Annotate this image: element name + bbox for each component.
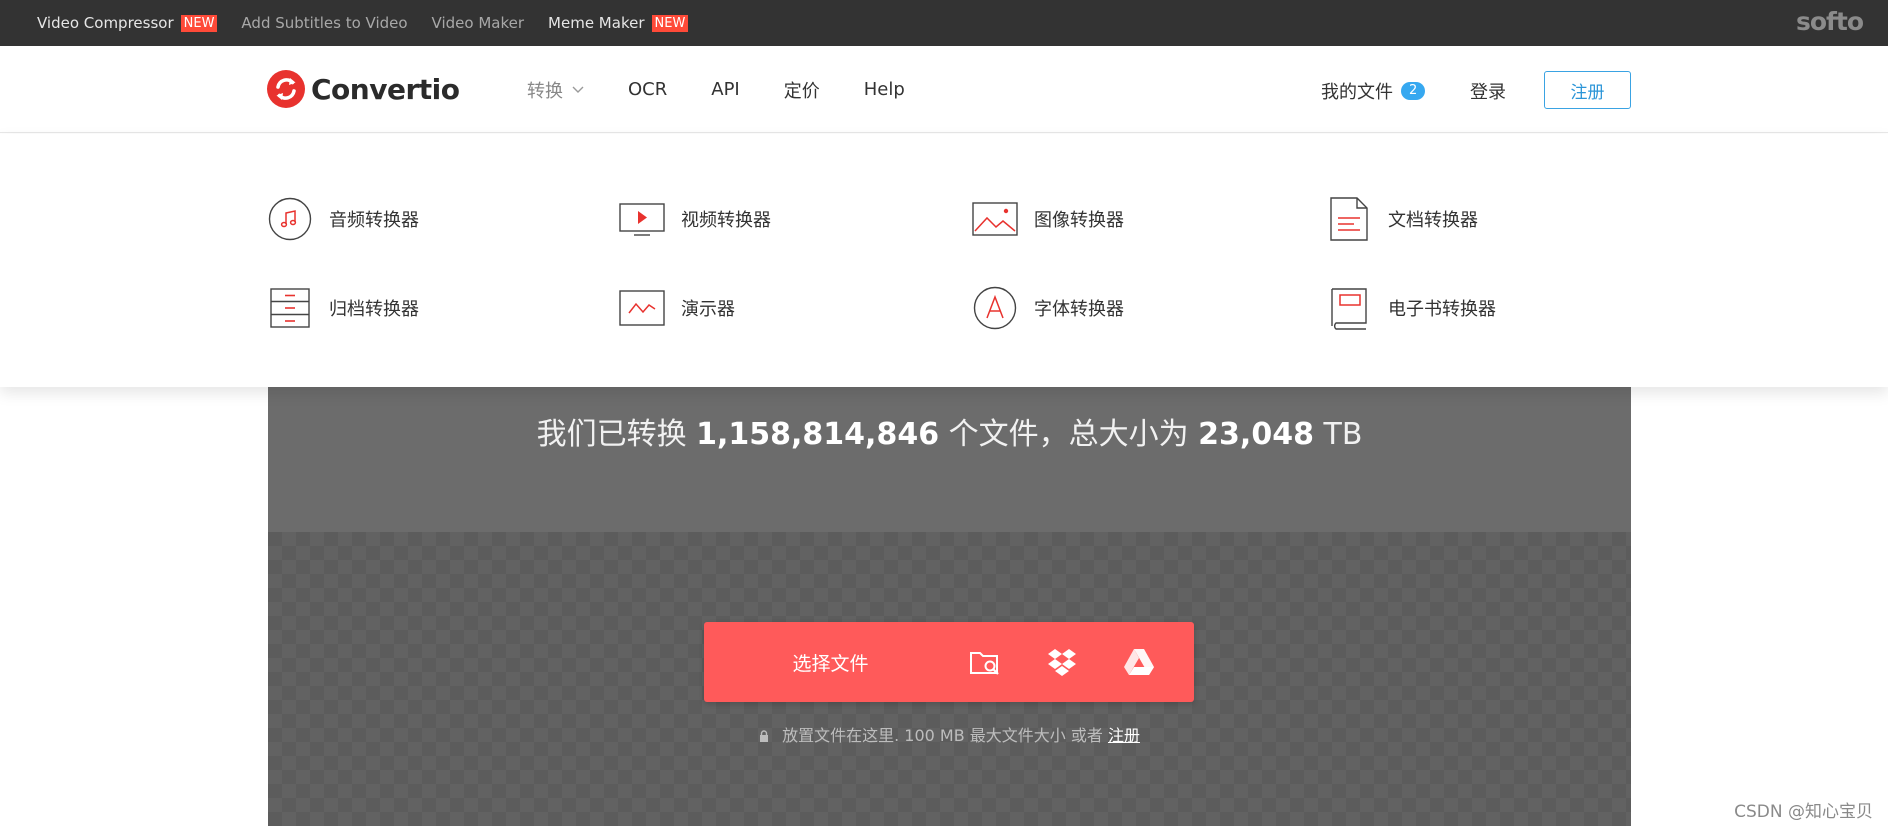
signup-link[interactable]: 注册 bbox=[1108, 726, 1140, 745]
image-icon bbox=[972, 202, 1018, 236]
font-icon bbox=[973, 286, 1017, 330]
signup-button[interactable]: 注册 bbox=[1544, 71, 1631, 109]
total-size: 23,048 bbox=[1198, 417, 1314, 452]
my-files-link[interactable]: 我的文件 2 bbox=[1321, 78, 1426, 104]
dropbox-icon[interactable] bbox=[1045, 645, 1079, 679]
convertio-logo[interactable]: Convertio bbox=[267, 70, 460, 108]
nav-help[interactable]: Help bbox=[864, 79, 905, 100]
drop-hint-text: 放置文件在这里. 100 MB 最大文件大小 或者 bbox=[782, 726, 1103, 745]
topbar-links: Video Compressor NEW Add Subtitles to Vi… bbox=[37, 0, 689, 46]
document-icon bbox=[1330, 197, 1368, 241]
presentation-icon bbox=[619, 290, 665, 326]
menu-item-audio-converter[interactable]: 音频转换器 bbox=[267, 196, 419, 242]
nav-convert-label: 转换 bbox=[527, 80, 563, 102]
stats-middle: 个文件，总大小为 bbox=[948, 417, 1189, 452]
my-files-label: 我的文件 bbox=[1321, 82, 1393, 103]
lock-icon bbox=[760, 730, 769, 742]
topbar-link-video-compressor[interactable]: Video Compressor NEW bbox=[37, 14, 218, 32]
audio-icon bbox=[268, 197, 312, 241]
video-icon bbox=[619, 203, 665, 236]
folder-search-icon[interactable] bbox=[968, 645, 1002, 679]
menu-item-label: 视频转换器 bbox=[681, 210, 771, 231]
nav-api[interactable]: API bbox=[711, 79, 739, 100]
top-bar: Video Compressor NEW Add Subtitles to Vi… bbox=[0, 0, 1888, 46]
menu-item-label: 电子书转换器 bbox=[1388, 299, 1496, 320]
site-header: Convertio 转换 OCR API 定价 Help 我的文件 2 登录 注… bbox=[0, 46, 1888, 133]
topbar-link-meme-maker[interactable]: Meme Maker NEW bbox=[548, 14, 689, 32]
topbar-link-label: Add Subtitles to Video bbox=[241, 14, 408, 32]
converter-dropdown-menu: 音频转换器 视频转换器 图像转换器 文档转换器 归档转换器 演示器 字体转换器 … bbox=[0, 134, 1888, 387]
menu-item-label: 字体转换器 bbox=[1034, 299, 1124, 320]
nav-convert[interactable]: 转换 bbox=[527, 77, 584, 103]
size-unit: TB bbox=[1323, 417, 1363, 452]
files-count: 1,158,814,846 bbox=[696, 417, 940, 452]
menu-item-image-converter[interactable]: 图像转换器 bbox=[972, 196, 1124, 242]
topbar-link-label: Video Maker bbox=[431, 14, 525, 32]
menu-item-ebook-converter[interactable]: 电子书转换器 bbox=[1326, 285, 1496, 331]
google-drive-icon[interactable] bbox=[1122, 645, 1156, 679]
topbar-link-add-subtitles[interactable]: Add Subtitles to Video bbox=[241, 14, 407, 32]
upload-button-group: 选择文件 bbox=[704, 622, 1194, 702]
softo-logo[interactable]: softo bbox=[1796, 7, 1864, 36]
topbar-link-video-maker[interactable]: Video Maker bbox=[432, 14, 524, 32]
topbar-link-label: Video Compressor bbox=[37, 14, 174, 32]
archive-icon bbox=[270, 288, 310, 328]
menu-item-document-converter[interactable]: 文档转换器 bbox=[1326, 196, 1478, 242]
chevron-down-icon bbox=[572, 86, 584, 93]
choose-files-button[interactable]: 选择文件 bbox=[704, 622, 957, 702]
csdn-watermark: CSDN @知心宝贝 bbox=[1734, 802, 1873, 822]
conversion-stats: 我们已转换 1,158,814,846 个文件，总大小为 23,048 TB bbox=[268, 409, 1631, 453]
menu-item-label: 图像转换器 bbox=[1034, 210, 1124, 231]
convertio-logo-icon bbox=[267, 70, 305, 108]
menu-item-presentation-converter[interactable]: 演示器 bbox=[619, 285, 735, 331]
drop-hint: 放置文件在这里. 100 MB 最大文件大小 或者 注册 bbox=[268, 722, 1631, 746]
menu-item-archive-converter[interactable]: 归档转换器 bbox=[267, 285, 419, 331]
menu-item-label: 演示器 bbox=[681, 299, 735, 320]
ebook-icon bbox=[1331, 288, 1367, 330]
stats-prefix: 我们已转换 bbox=[536, 417, 687, 452]
menu-item-label: 文档转换器 bbox=[1388, 210, 1478, 231]
login-link[interactable]: 登录 bbox=[1470, 78, 1506, 104]
main-nav: 转换 OCR API 定价 Help bbox=[527, 46, 949, 133]
menu-item-font-converter[interactable]: 字体转换器 bbox=[972, 285, 1124, 331]
logo-text: Convertio bbox=[311, 72, 460, 106]
file-count-badge: 2 bbox=[1401, 82, 1426, 100]
menu-item-video-converter[interactable]: 视频转换器 bbox=[619, 196, 771, 242]
nav-pricing[interactable]: 定价 bbox=[784, 77, 820, 103]
new-badge: NEW bbox=[651, 14, 689, 32]
menu-item-label: 音频转换器 bbox=[329, 210, 419, 231]
nav-ocr[interactable]: OCR bbox=[628, 79, 667, 100]
hero-section: 我们已转换 1,158,814,846 个文件，总大小为 23,048 TB 选… bbox=[268, 387, 1631, 826]
topbar-link-label: Meme Maker bbox=[548, 14, 645, 32]
new-badge: NEW bbox=[180, 14, 218, 32]
menu-item-label: 归档转换器 bbox=[329, 299, 419, 320]
